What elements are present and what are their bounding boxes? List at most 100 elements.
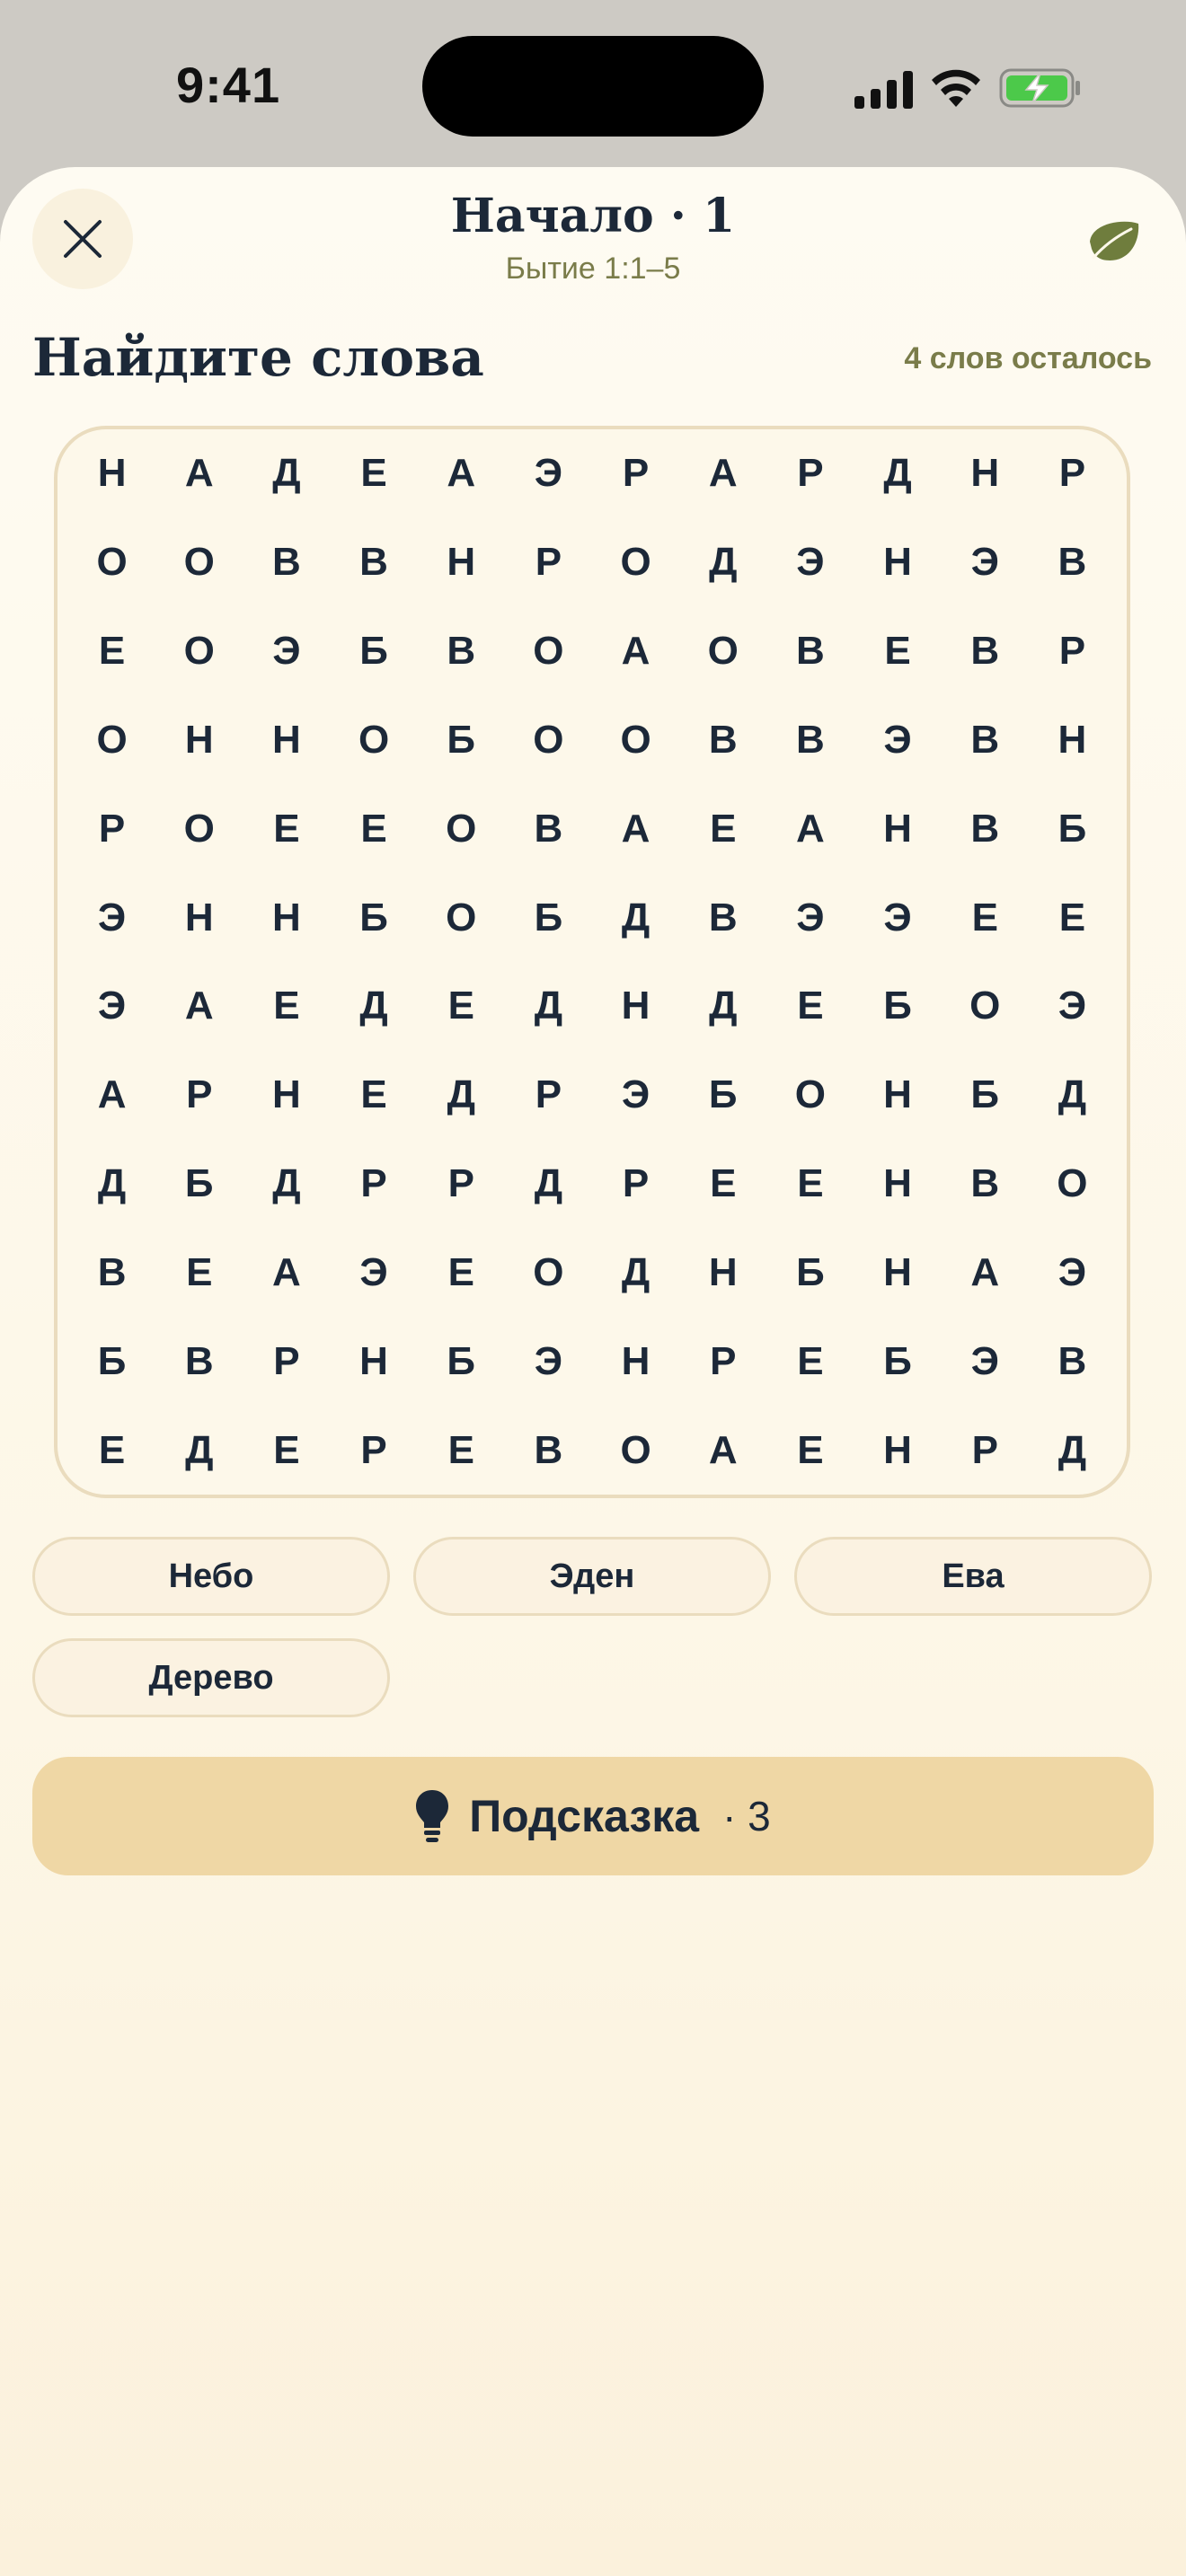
grid-cell[interactable]: В: [155, 1317, 243, 1406]
grid-cell[interactable]: О: [330, 696, 417, 785]
grid-cell[interactable]: Б: [68, 1317, 155, 1406]
grid-cell[interactable]: Р: [505, 518, 592, 607]
grid-cell[interactable]: Н: [592, 1317, 679, 1406]
grid-cell[interactable]: Н: [155, 696, 243, 785]
grid-cell[interactable]: Э: [766, 518, 854, 607]
grid-cell[interactable]: Э: [942, 518, 1029, 607]
grid-cell[interactable]: Н: [418, 518, 505, 607]
grid-cell[interactable]: Н: [854, 518, 941, 607]
grid-cell[interactable]: Н: [854, 1229, 941, 1318]
grid-cell[interactable]: Н: [243, 696, 330, 785]
grid-cell[interactable]: Д: [505, 1140, 592, 1229]
grid-cell[interactable]: Б: [155, 1140, 243, 1229]
grid-cell[interactable]: В: [1029, 518, 1116, 607]
grid-cell[interactable]: Р: [505, 1051, 592, 1140]
grid-cell[interactable]: Э: [1029, 1229, 1116, 1318]
grid-cell[interactable]: Б: [766, 1229, 854, 1318]
grid-cell[interactable]: Н: [679, 1229, 766, 1318]
grid-cell[interactable]: Б: [942, 1051, 1029, 1140]
grid-cell[interactable]: Е: [243, 784, 330, 873]
grid-cell[interactable]: Д: [592, 1229, 679, 1318]
grid-cell[interactable]: Е: [68, 607, 155, 696]
grid-cell[interactable]: О: [592, 696, 679, 785]
grid-cell[interactable]: Д: [1029, 1406, 1116, 1495]
grid-cell[interactable]: В: [766, 696, 854, 785]
grid-cell[interactable]: Р: [942, 1406, 1029, 1495]
grid-cell[interactable]: В: [68, 1229, 155, 1318]
grid-cell[interactable]: Р: [330, 1140, 417, 1229]
grid-cell[interactable]: А: [592, 784, 679, 873]
grid-cell[interactable]: Е: [243, 1406, 330, 1495]
grid-cell[interactable]: О: [766, 1051, 854, 1140]
grid-cell[interactable]: Е: [330, 1051, 417, 1140]
grid-cell[interactable]: Б: [330, 607, 417, 696]
grid-cell[interactable]: Э: [942, 1317, 1029, 1406]
grid-cell[interactable]: В: [505, 784, 592, 873]
grid-cell[interactable]: Р: [592, 429, 679, 518]
grid-cell[interactable]: Б: [1029, 784, 1116, 873]
grid-cell[interactable]: Д: [679, 518, 766, 607]
grid-cell[interactable]: О: [505, 1229, 592, 1318]
grid-cell[interactable]: Р: [592, 1140, 679, 1229]
grid-cell[interactable]: Б: [679, 1051, 766, 1140]
grid-cell[interactable]: Э: [592, 1051, 679, 1140]
grid-cell[interactable]: Н: [854, 1406, 941, 1495]
grid-cell[interactable]: О: [1029, 1140, 1116, 1229]
grid-cell[interactable]: О: [155, 518, 243, 607]
grid-cell[interactable]: Н: [592, 962, 679, 1051]
grid-cell[interactable]: Е: [766, 1140, 854, 1229]
grid-cell[interactable]: Е: [766, 962, 854, 1051]
grid-cell[interactable]: Н: [243, 1051, 330, 1140]
grid-cell[interactable]: Э: [505, 429, 592, 518]
grid-cell[interactable]: Д: [505, 962, 592, 1051]
grid-cell[interactable]: О: [592, 1406, 679, 1495]
grid-cell[interactable]: В: [679, 873, 766, 962]
grid-cell[interactable]: Е: [766, 1317, 854, 1406]
grid-cell[interactable]: В: [766, 607, 854, 696]
grid-cell[interactable]: Э: [243, 607, 330, 696]
grid-cell[interactable]: Н: [942, 429, 1029, 518]
grid-cell[interactable]: Н: [854, 784, 941, 873]
grid-cell[interactable]: Д: [854, 429, 941, 518]
grid-cell[interactable]: А: [766, 784, 854, 873]
grid-cell[interactable]: В: [679, 696, 766, 785]
grid-cell[interactable]: О: [679, 607, 766, 696]
grid-cell[interactable]: В: [243, 518, 330, 607]
grid-cell[interactable]: Е: [418, 1229, 505, 1318]
grid-cell[interactable]: О: [592, 518, 679, 607]
grid-cell[interactable]: Н: [854, 1051, 941, 1140]
grid-cell[interactable]: О: [942, 962, 1029, 1051]
grid-cell[interactable]: Э: [766, 873, 854, 962]
letter-grid[interactable]: НАДЕАЭРАРДНРООВВНРОДЭНЭВЕОЭБВОАОВЕВРОННО…: [54, 426, 1130, 1498]
grid-cell[interactable]: Е: [243, 962, 330, 1051]
grid-cell[interactable]: А: [418, 429, 505, 518]
grid-cell[interactable]: Н: [330, 1317, 417, 1406]
grid-cell[interactable]: О: [418, 873, 505, 962]
grid-cell[interactable]: О: [155, 784, 243, 873]
grid-cell[interactable]: Д: [155, 1406, 243, 1495]
grid-cell[interactable]: В: [942, 607, 1029, 696]
grid-cell[interactable]: Е: [679, 1140, 766, 1229]
hint-button[interactable]: Подсказка · 3: [32, 1757, 1154, 1875]
grid-cell[interactable]: Э: [68, 962, 155, 1051]
grid-cell[interactable]: Н: [243, 873, 330, 962]
grid-cell[interactable]: Д: [68, 1140, 155, 1229]
grid-cell[interactable]: Э: [1029, 962, 1116, 1051]
grid-cell[interactable]: А: [155, 429, 243, 518]
grid-cell[interactable]: В: [1029, 1317, 1116, 1406]
grid-cell[interactable]: Б: [418, 696, 505, 785]
grid-cell[interactable]: В: [942, 784, 1029, 873]
grid-cell[interactable]: Э: [330, 1229, 417, 1318]
leaf-button[interactable]: [1078, 207, 1150, 278]
grid-cell[interactable]: А: [679, 1406, 766, 1495]
grid-cell[interactable]: О: [418, 784, 505, 873]
grid-cell[interactable]: Р: [766, 429, 854, 518]
grid-cell[interactable]: А: [592, 607, 679, 696]
grid-cell[interactable]: Б: [854, 962, 941, 1051]
grid-cell[interactable]: В: [418, 607, 505, 696]
grid-cell[interactable]: Н: [155, 873, 243, 962]
grid-cell[interactable]: Р: [1029, 429, 1116, 518]
grid-cell[interactable]: Д: [418, 1051, 505, 1140]
grid-cell[interactable]: Н: [1029, 696, 1116, 785]
grid-cell[interactable]: Р: [679, 1317, 766, 1406]
